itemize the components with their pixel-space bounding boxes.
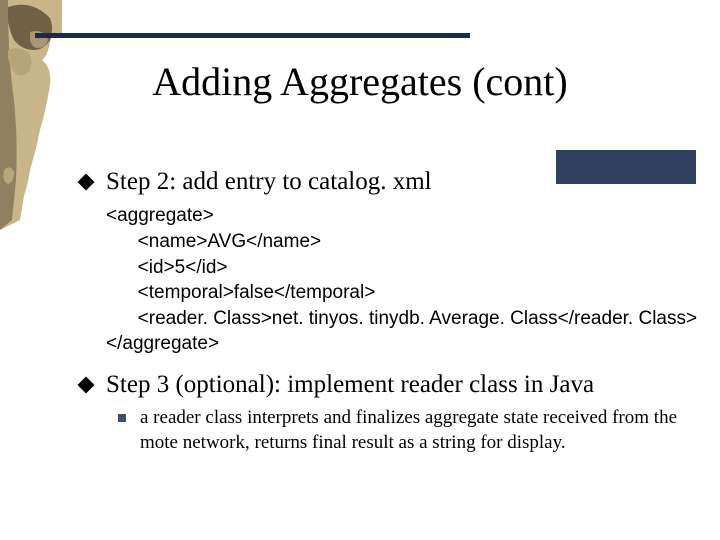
slide-title: Adding Aggregates (cont) <box>0 58 720 105</box>
square-bullet-icon <box>118 414 126 422</box>
step3-label: Step 3 (optional): implement reader clas… <box>106 369 594 400</box>
body-content: Step 2: add entry to catalog. xml <aggre… <box>80 166 700 456</box>
step3-subpoint: a reader class interprets and finalizes … <box>118 406 700 455</box>
xml-code-block: <aggregate> <name>AVG</name> <id>5</id> … <box>106 203 700 357</box>
diamond-bullet-icon <box>78 174 95 191</box>
step3-bullet: Step 3 (optional): implement reader clas… <box>80 369 700 400</box>
step2-label: Step 2: add entry to catalog. xml <box>106 166 432 197</box>
step3-subtext: a reader class interprets and finalizes … <box>140 406 685 455</box>
diamond-bullet-icon <box>78 377 95 394</box>
step2-bullet: Step 2: add entry to catalog. xml <box>80 166 700 197</box>
title-rule <box>35 33 470 38</box>
